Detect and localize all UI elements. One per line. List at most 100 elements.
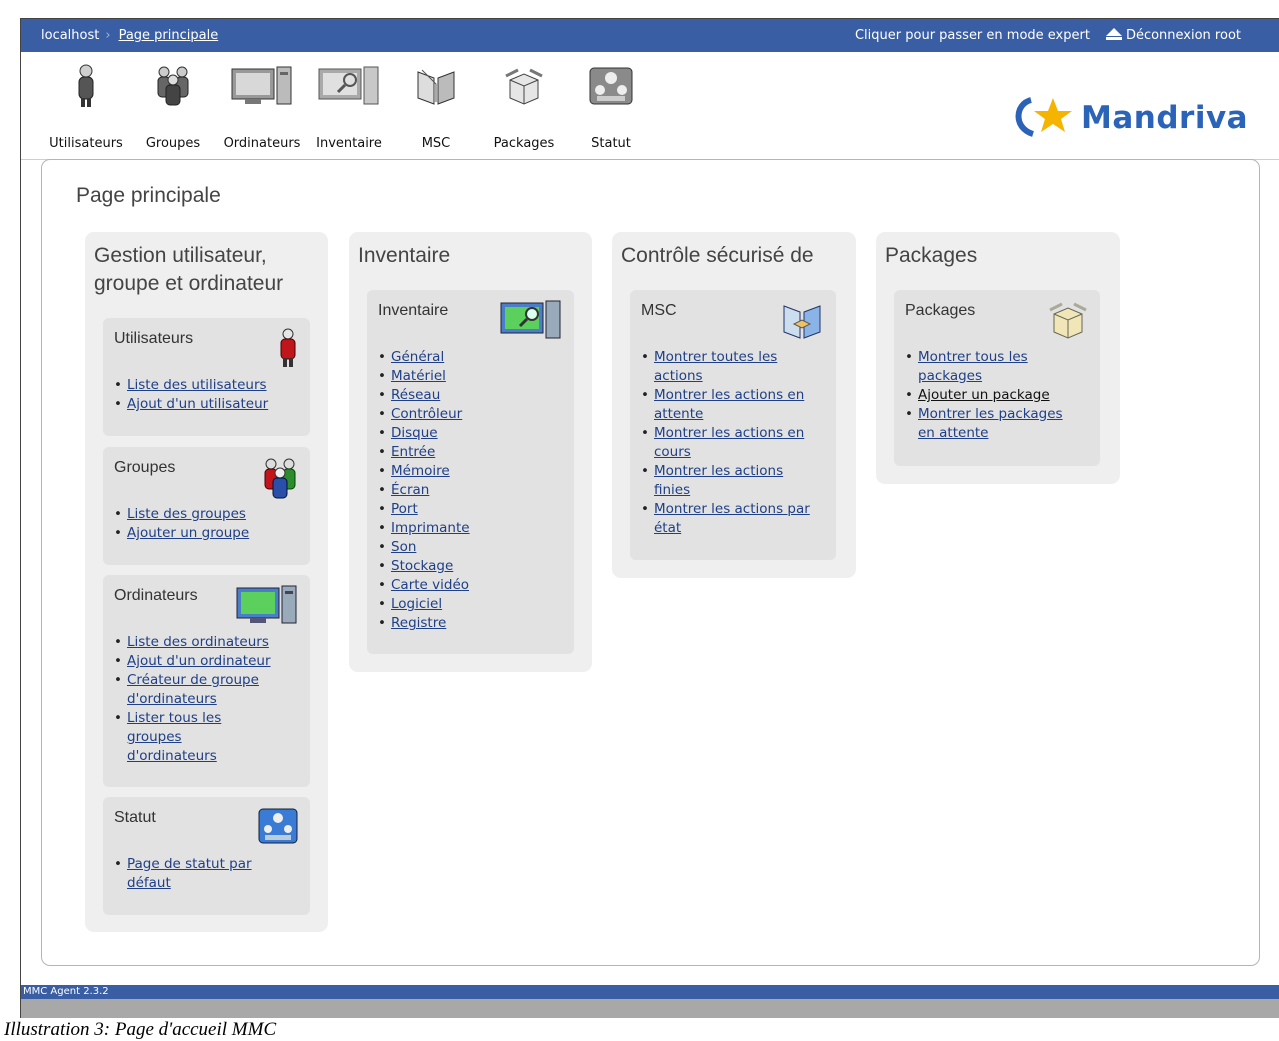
main-content: Page principale Gestion utilisateur, grou…: [41, 159, 1260, 966]
inventory-controller-link[interactable]: Contrôleur: [391, 406, 462, 422]
top-bar: localhost › Page principale Cliquer pour p…: [21, 19, 1279, 52]
footer-version: MMC Agent 2.3.2: [21, 985, 1279, 999]
link-list: Liste des ordinateurs Ajout d'un ordinat…: [114, 633, 277, 766]
inventory-general-link[interactable]: Général: [391, 349, 444, 365]
package-box-icon: [1048, 300, 1088, 344]
show-actions-by-state-link[interactable]: Montrer les actions par état: [654, 501, 810, 536]
user-icon: [278, 328, 298, 372]
toolbar-label: Utilisateurs: [49, 136, 123, 151]
panel-packages: Packages Montrer tous les packages Ajout…: [894, 290, 1100, 466]
inventory-memory-link[interactable]: Mémoire: [391, 463, 450, 479]
package-box-icon: [488, 62, 560, 110]
eject-icon: [1105, 28, 1122, 40]
toolbar-inventaire[interactable]: Inventaire: [311, 62, 387, 151]
column-title: Contrôle sécurisé de: [621, 244, 814, 267]
host-label: localhost: [41, 28, 100, 43]
toolbar-groupes[interactable]: Groupes: [142, 62, 204, 151]
inventory-port-link[interactable]: Port: [391, 501, 418, 517]
panel-title: Utilisateurs: [114, 330, 194, 347]
mandriva-logo: Mandriva: [1009, 97, 1249, 144]
logout-link[interactable]: Déconnexion root: [1126, 28, 1241, 43]
column-packages: Packages Packages Montrer tous les packa…: [876, 232, 1120, 484]
toolbar-utilisateurs[interactable]: Utilisateurs: [46, 62, 126, 151]
column-gestion: Gestion utilisateur, groupe et ordinateur…: [85, 232, 328, 932]
inventory-sound-link[interactable]: Son: [391, 539, 416, 555]
link-list: Liste des utilisateurs Ajout d'un utilis…: [114, 376, 268, 414]
show-pending-actions-link[interactable]: Montrer les actions en attente: [654, 387, 804, 422]
inventory-icon: [311, 62, 387, 110]
group-icon: [142, 62, 204, 110]
inventory-disk-link[interactable]: Disque: [391, 425, 438, 441]
panel-groupes: Groupes Liste des groupes Ajouter un gro…: [103, 447, 310, 565]
breadcrumb: localhost › Page principale: [41, 28, 219, 43]
column-msc: Contrôle sécurisé de MSC Montrer toutes …: [612, 232, 856, 578]
show-finished-actions-link[interactable]: Montrer les actions finies: [654, 463, 783, 498]
inventory-icon: [500, 300, 562, 344]
add-group-link[interactable]: Ajouter un groupe: [127, 525, 249, 541]
add-package-link[interactable]: Ajouter un package: [918, 387, 1050, 403]
panel-title: MSC: [641, 302, 677, 319]
toolbar-label: Inventaire: [316, 136, 382, 151]
inventory-hardware-link[interactable]: Matériel: [391, 368, 446, 384]
group-icon: [262, 457, 298, 505]
toolbar-statut[interactable]: Statut: [581, 62, 641, 151]
panel-utilisateurs: Utilisateurs Liste des utilisateurs Ajou…: [103, 318, 310, 436]
link-list: Page de statut par défaut: [114, 855, 277, 893]
computer-icon: [219, 62, 305, 110]
column-title: Inventaire: [358, 244, 451, 267]
panel-ordinateurs: Ordinateurs Liste des ordinateurs Ajout …: [103, 575, 310, 787]
column-title: Gestion utilisateur, groupe et ordinateur: [94, 244, 284, 295]
inventory-network-link[interactable]: Réseau: [391, 387, 440, 403]
link-list: Montrer tous les packages Ajouter un pac…: [905, 348, 1075, 443]
panel-title: Ordinateurs: [114, 587, 198, 604]
msc-book-icon: [406, 62, 466, 110]
figure-caption: Illustration 3: Page d'accueil MMC: [4, 1019, 277, 1040]
inventory-software-link[interactable]: Logiciel: [391, 596, 442, 612]
breadcrumb-home-link[interactable]: Page principale: [119, 28, 219, 43]
add-user-link[interactable]: Ajout d'un utilisateur: [127, 396, 268, 412]
logo-text: Mandriva: [1081, 100, 1249, 136]
panel-title: Packages: [905, 302, 976, 319]
toolbar-label: Ordinateurs: [223, 136, 301, 151]
column-inventaire: Inventaire Inventaire Général Matériel R…: [349, 232, 592, 672]
panel-title: Groupes: [114, 459, 176, 476]
toolbar-packages[interactable]: Packages: [488, 62, 560, 151]
inventory-video-card-link[interactable]: Carte vidéo: [391, 577, 469, 593]
list-users-link[interactable]: Liste des utilisateurs: [127, 377, 267, 393]
panel-title: Inventaire: [378, 302, 449, 319]
inventory-screen-link[interactable]: Écran: [391, 482, 429, 498]
show-pending-packages-link[interactable]: Montrer les packages en attente: [918, 406, 1063, 441]
toolbar-ordinateurs[interactable]: Ordinateurs: [219, 62, 305, 151]
panel-statut: Statut Page de statut par défaut: [103, 797, 310, 915]
default-status-page-link[interactable]: Page de statut par défaut: [127, 856, 252, 891]
inventory-storage-link[interactable]: Stockage: [391, 558, 453, 574]
mandriva-star-icon: [1015, 97, 1072, 137]
inventory-input-link[interactable]: Entrée: [391, 444, 435, 460]
column-title: Packages: [885, 244, 978, 267]
link-list: Liste des groupes Ajouter un groupe: [114, 505, 249, 543]
computer-group-creator-link[interactable]: Créateur de groupe d'ordinateurs: [127, 672, 259, 707]
computer-icon: [236, 585, 298, 629]
top-bar-actions: Cliquer pour passer en mode expert Déconn…: [855, 28, 1241, 43]
add-computer-link[interactable]: Ajout d'un ordinateur: [127, 653, 271, 669]
toolbar-label: Packages: [493, 136, 555, 151]
show-running-actions-link[interactable]: Montrer les actions en cours: [654, 425, 804, 460]
toolbar-label: Groupes: [145, 136, 201, 151]
expert-mode-link[interactable]: Cliquer pour passer en mode expert: [855, 28, 1090, 43]
list-groups-link[interactable]: Liste des groupes: [127, 506, 246, 522]
link-list: Montrer toutes les actions Montrer les a…: [641, 348, 811, 538]
list-computer-groups-link[interactable]: Lister tous les groupes d'ordinateurs: [127, 710, 221, 764]
show-all-packages-link[interactable]: Montrer tous les packages: [918, 349, 1028, 384]
user-icon: [46, 62, 126, 110]
panel-msc: MSC Montrer toutes les actions Montrer l…: [630, 290, 836, 560]
show-all-actions-link[interactable]: Montrer toutes les actions: [654, 349, 777, 384]
panel-inventaire: Inventaire Général Matériel Réseau Contr…: [367, 290, 574, 654]
toolbar-msc[interactable]: MSC: [406, 62, 466, 151]
status-icon: [581, 62, 641, 110]
toolbar-label: MSC: [421, 136, 451, 151]
link-list: Général Matériel Réseau Contrôleur Disqu…: [378, 348, 470, 633]
inventory-registry-link[interactable]: Registre: [391, 615, 446, 631]
footer-bar: [21, 999, 1279, 1018]
inventory-printer-link[interactable]: Imprimante: [391, 520, 470, 536]
list-computers-link[interactable]: Liste des ordinateurs: [127, 634, 269, 650]
